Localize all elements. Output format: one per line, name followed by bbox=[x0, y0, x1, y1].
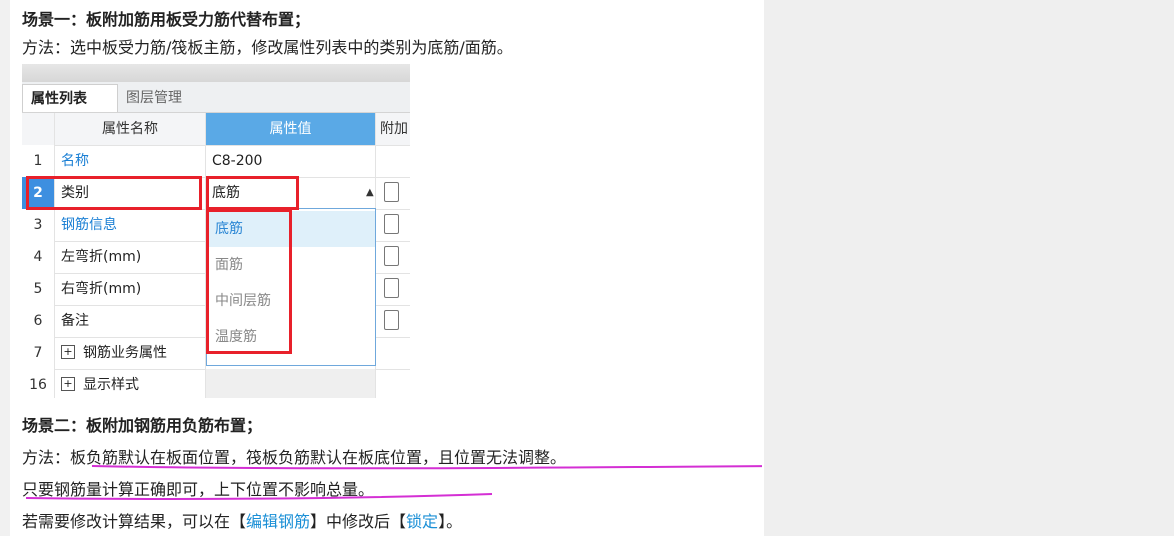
right-gray-panel bbox=[764, 0, 1174, 536]
underline-annotations bbox=[25, 465, 762, 500]
article-content: 场景一：板附加筋用板受力筋代替布置； 方法：选中板受力筋/筏板主筋，修改属性列表… bbox=[22, 0, 762, 536]
underline-stroke-1 bbox=[91, 465, 762, 470]
underline-stroke-2 bbox=[25, 493, 493, 500]
left-sidebar-strip bbox=[0, 0, 10, 536]
